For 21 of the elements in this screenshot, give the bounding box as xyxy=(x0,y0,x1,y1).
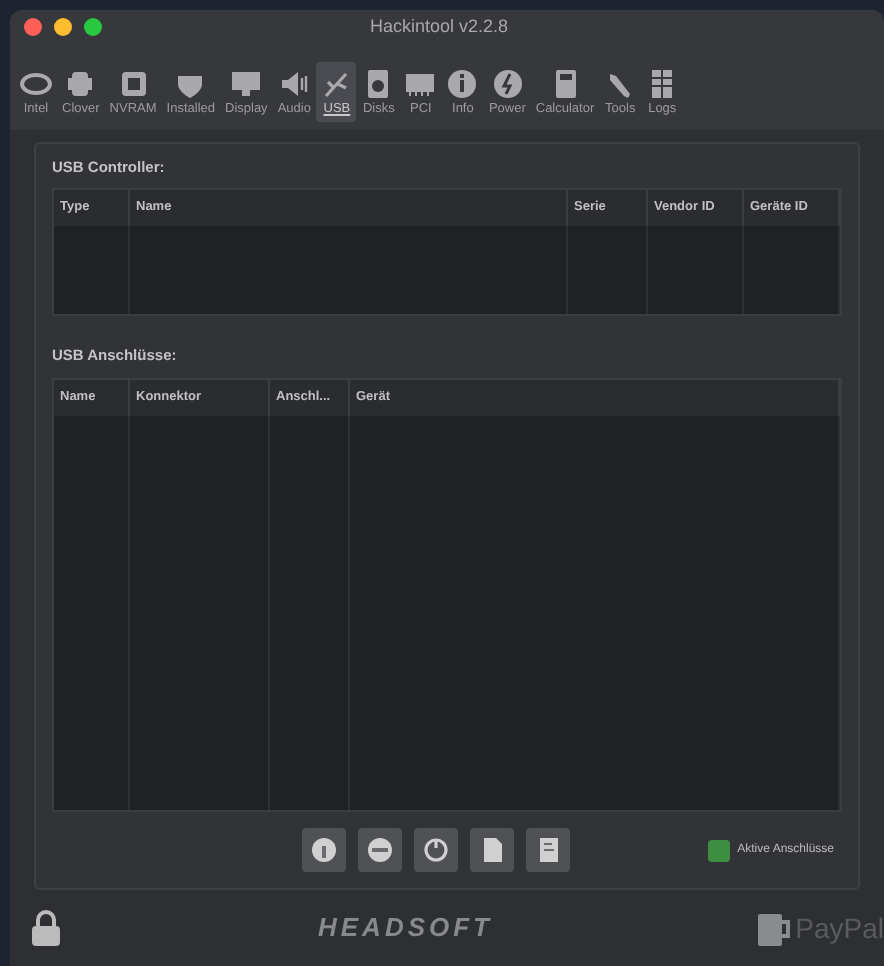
square-icon xyxy=(117,68,150,100)
card-icon xyxy=(404,68,437,100)
clover-icon xyxy=(64,68,97,100)
refresh-button[interactable] xyxy=(414,828,458,872)
info-icon xyxy=(446,68,479,100)
lock-icon[interactable] xyxy=(30,910,62,946)
window-title: Hackintool v2.2.8 xyxy=(370,13,509,40)
info-button[interactable] xyxy=(302,828,346,872)
zoom-button[interactable] xyxy=(84,18,102,36)
minimize-button[interactable] xyxy=(54,18,72,36)
power-icon xyxy=(491,68,524,100)
speaker-icon xyxy=(278,68,311,100)
monitor-icon xyxy=(230,68,263,100)
minus-icon xyxy=(364,834,396,866)
mug-icon xyxy=(755,908,792,948)
close-button[interactable] xyxy=(24,18,42,36)
doc-button[interactable] xyxy=(470,828,514,872)
minus-button[interactable] xyxy=(358,828,402,872)
info-icon xyxy=(308,834,340,866)
doc2-button[interactable] xyxy=(526,828,570,872)
brand-logo: HEADSOFT xyxy=(318,910,493,947)
